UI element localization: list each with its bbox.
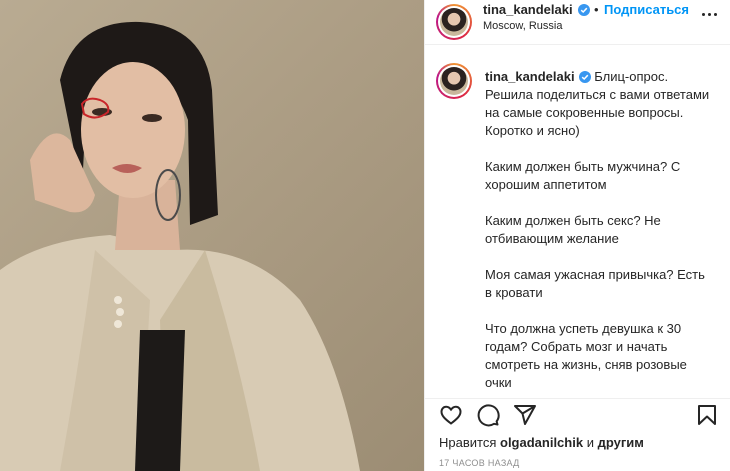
caption-username[interactable]: tina_kandelaki <box>485 69 575 84</box>
comment-icon[interactable] <box>476 403 500 427</box>
bookmark-icon[interactable] <box>695 403 719 427</box>
post-side-panel: tina_kandelaki • Подписаться Moscow, Rus… <box>424 0 730 471</box>
verified-icon <box>578 4 591 16</box>
portrait-photo <box>0 21 360 471</box>
likes-summary: Нравится olgadanilchik и другим <box>439 435 644 450</box>
likes-user[interactable]: olgadanilchik <box>500 435 583 450</box>
verified-icon <box>578 71 591 83</box>
post-caption: tina_kandelaki Блиц-опрос. Решила подели… <box>485 68 713 398</box>
post-header: tina_kandelaki • Подписаться Moscow, Rus… <box>425 0 730 45</box>
likes-others[interactable]: другим <box>598 435 644 450</box>
likes-prefix: Нравится <box>439 435 497 450</box>
post-timestamp[interactable]: 17 часов назад <box>439 458 520 468</box>
author-username[interactable]: tina_kandelaki <box>483 2 591 17</box>
likes-conjunction: и <box>586 435 594 450</box>
profile-avatar[interactable] <box>436 4 472 40</box>
caption-avatar[interactable] <box>436 63 472 99</box>
action-bar: Нравится olgadanilchik и другим 17 часов… <box>425 398 730 471</box>
post-location[interactable]: Moscow, Russia <box>483 20 562 32</box>
author-username-text[interactable]: tina_kandelaki <box>483 2 573 17</box>
follow-button[interactable]: Подписаться <box>604 2 689 17</box>
header-separator: • <box>594 2 599 17</box>
post-photo[interactable] <box>0 0 424 471</box>
more-icon[interactable] <box>697 6 721 22</box>
heart-icon[interactable] <box>439 403 463 427</box>
caption-text: Блиц-опрос. Решила поделиться с вами отв… <box>485 69 710 390</box>
share-icon[interactable] <box>513 403 537 427</box>
comments-area[interactable]: tina_kandelaki Блиц-опрос. Решила подели… <box>425 46 730 398</box>
